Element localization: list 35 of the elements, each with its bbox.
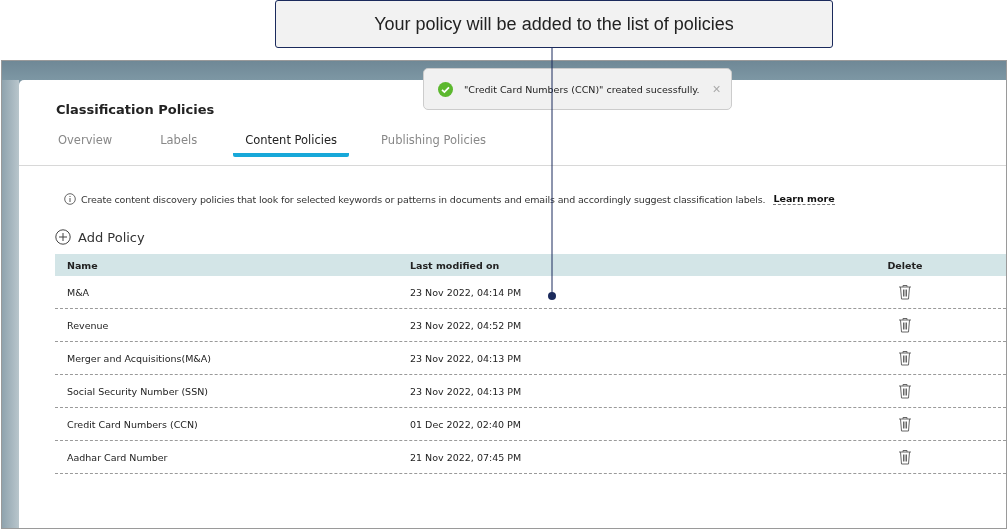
plus-circle-icon — [55, 229, 71, 245]
close-button[interactable]: × — [712, 81, 721, 97]
column-header: Last modified on — [410, 259, 501, 271]
info-icon — [64, 193, 76, 205]
table-cell-text: Aadhar Card Number — [66, 451, 169, 463]
table-cell-text: Revenue — [66, 319, 110, 331]
table-cell-text: Credit Card Numbers (CCN) — [66, 418, 199, 430]
learn-more-link[interactable]: Learn more — [773, 193, 835, 205]
trash-icon[interactable] — [898, 284, 912, 300]
tab[interactable]: Labels — [158, 133, 200, 157]
table-cell-text: 23 Nov 2022, 04:52 PM — [410, 319, 523, 331]
add-policy-button[interactable]: Add Policy — [55, 229, 145, 245]
trash-icon[interactable] — [898, 317, 912, 333]
table-cell-text: 21 Nov 2022, 07:45 PM — [410, 451, 523, 463]
tab[interactable]: Publishing Policies — [379, 133, 489, 157]
column-header: Name — [66, 259, 99, 271]
trash-icon[interactable] — [898, 383, 912, 399]
info-text: Create content discovery policies that look for selected keywords or patterns in documents and emails and accordingly suggest classification labels. — [81, 193, 766, 205]
table-cell-text: 01 Dec 2022, 02:40 PM — [410, 418, 523, 430]
table-cell-text: M&A — [66, 286, 91, 298]
trash-icon[interactable] — [898, 416, 912, 432]
table-cell-text: 23 Nov 2022, 04:14 PM — [410, 286, 523, 298]
trash-icon[interactable] — [898, 350, 912, 366]
tab[interactable]: Content Policies — [233, 133, 350, 157]
toast-message: "Credit Card Numbers (CCN)" created sucessfully. — [464, 83, 700, 95]
check-circle-icon — [438, 81, 453, 97]
callout-text: Your policy will be added to the list of policies — [374, 13, 734, 35]
table-cell-text: Merger and Acquisitions(M&A) — [66, 352, 212, 364]
column-header: Delete — [886, 259, 924, 271]
table-cell-text: 23 Nov 2022, 04:13 PM — [410, 352, 523, 364]
page-title: Classification Policies — [56, 102, 216, 117]
tab[interactable]: Overview — [56, 133, 115, 157]
table-cell-text: Social Security Number (SSN) — [66, 385, 209, 397]
table-cell-text: 23 Nov 2022, 04:13 PM — [410, 385, 523, 397]
trash-icon[interactable] — [898, 449, 912, 465]
